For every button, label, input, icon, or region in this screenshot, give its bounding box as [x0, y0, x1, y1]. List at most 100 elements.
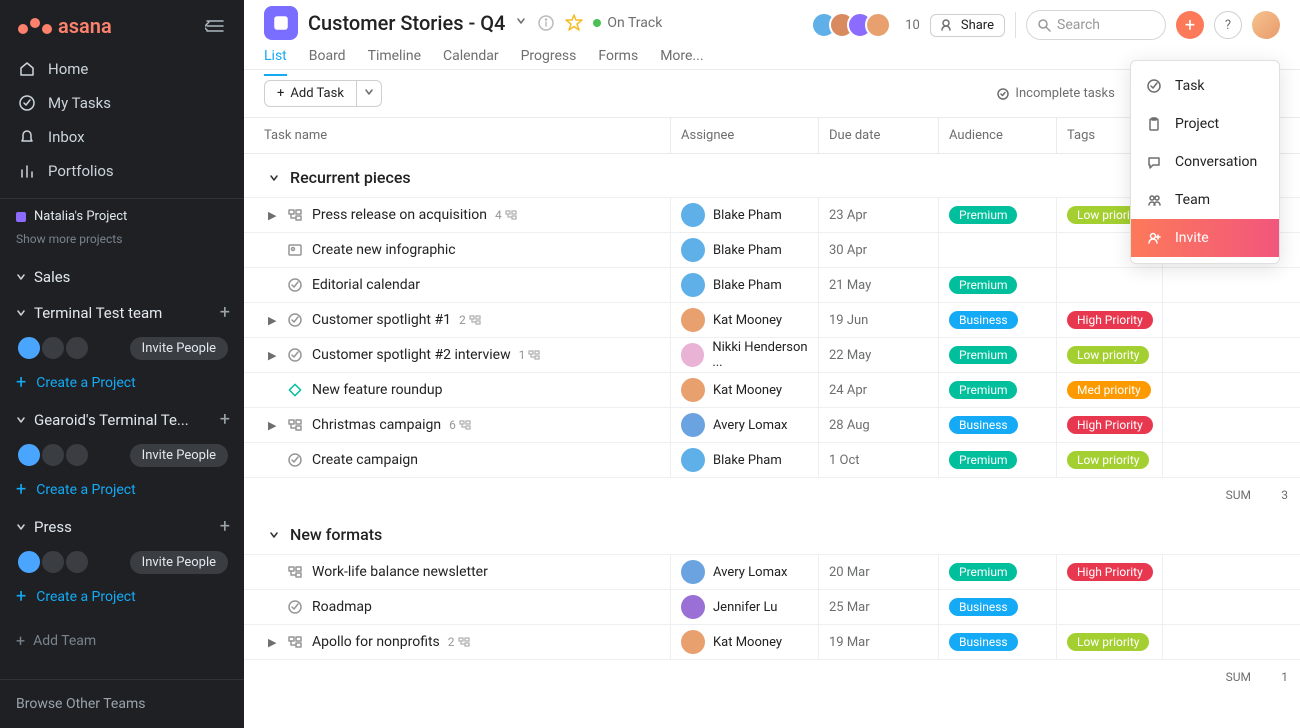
global-add-menu: Task Project Conversation Team Invite: [1130, 60, 1280, 264]
audience-pill: Premium: [949, 381, 1017, 399]
assignee-name: Blake Pham: [713, 278, 782, 293]
tab-progress[interactable]: Progress: [521, 42, 577, 76]
team-header[interactable]: Press+: [0, 506, 244, 543]
create-project[interactable]: +Create a Project: [0, 581, 244, 613]
assignee-avatar: [681, 560, 705, 584]
task-name: Press release on acquisition: [312, 207, 487, 223]
task-row[interactable]: ▶Customer spotlight #2 interview1 Nikki …: [244, 337, 1300, 372]
search-icon: [1037, 18, 1051, 32]
priority-pill: Low priority: [1067, 346, 1149, 364]
add-task-dropdown[interactable]: [357, 80, 382, 107]
task-name: New feature roundup: [312, 382, 442, 398]
bar-chart-icon: [18, 162, 36, 180]
help-button[interactable]: ?: [1214, 11, 1242, 39]
project-item[interactable]: Natalia's Project: [0, 205, 244, 228]
info-icon[interactable]: [537, 14, 555, 32]
audience-pill: Business: [949, 416, 1018, 434]
section-sum: SUM1: [244, 659, 1300, 693]
col-due-date: Due date: [818, 118, 938, 154]
task-row[interactable]: Work-life balance newsletterAvery Lomax2…: [244, 554, 1300, 589]
invite-people-button[interactable]: Invite People: [130, 444, 228, 467]
tab-more[interactable]: More...: [660, 42, 703, 76]
task-name: Customer spotlight #2 interview: [312, 347, 511, 363]
task-row[interactable]: ▶Christmas campaign6 Avery Lomax28 AugBu…: [244, 407, 1300, 442]
add-menu-conversation[interactable]: Conversation: [1131, 143, 1279, 181]
assignee-avatar: [681, 308, 705, 332]
assignee-name: Kat Mooney: [713, 635, 782, 650]
collapse-sidebar-icon[interactable]: [202, 16, 228, 36]
logo[interactable]: asana: [18, 14, 112, 38]
task-row[interactable]: RoadmapJennifer Lu25 MarBusiness: [244, 589, 1300, 624]
add-menu-team[interactable]: Team: [1131, 181, 1279, 219]
create-project[interactable]: +Create a Project: [0, 474, 244, 506]
team-members: Invite People: [0, 436, 244, 474]
add-task-button[interactable]: +Add Task: [264, 80, 357, 107]
task-row[interactable]: ▶Customer spotlight #12 Kat Mooney19 Jun…: [244, 302, 1300, 337]
create-project[interactable]: +Create a Project: [0, 367, 244, 399]
team-sales[interactable]: Sales: [0, 258, 244, 292]
task-row[interactable]: Editorial calendarBlake Pham21 MayPremiu…: [244, 267, 1300, 302]
invite-people-button[interactable]: Invite People: [130, 337, 228, 360]
assignee-name: Blake Pham: [713, 453, 782, 468]
assignee-avatar: [681, 448, 705, 472]
member-avatars[interactable]: [811, 12, 891, 38]
invite-people-button[interactable]: Invite People: [130, 551, 228, 574]
tab-list[interactable]: List: [264, 42, 287, 76]
project-menu-chevron-icon[interactable]: [515, 15, 527, 31]
project-status[interactable]: On Track: [593, 15, 662, 31]
nav-my-tasks[interactable]: My Tasks: [0, 86, 244, 120]
nav-portfolios[interactable]: Portfolios: [0, 154, 244, 188]
col-audience: Audience: [938, 118, 1056, 154]
task-row[interactable]: New feature roundupKat Mooney24 AprPremi…: [244, 372, 1300, 407]
subtask-count: 6: [449, 418, 471, 432]
due-date: 21 May: [818, 268, 938, 303]
priority-pill: High Priority: [1067, 311, 1153, 329]
nav-home[interactable]: Home: [0, 52, 244, 86]
section-header[interactable]: New formats: [244, 511, 1300, 554]
nav-inbox[interactable]: Inbox: [0, 120, 244, 154]
audience-pill: Premium: [949, 276, 1017, 294]
team-add-icon[interactable]: +: [220, 516, 230, 537]
share-button[interactable]: Share: [930, 14, 1005, 37]
audience-pill: Premium: [949, 563, 1017, 581]
add-team[interactable]: +Add Team: [0, 613, 244, 668]
assignee-avatar: [681, 378, 705, 402]
tab-board[interactable]: Board: [309, 42, 346, 76]
assignee-avatar: [681, 630, 705, 654]
project-icon: [264, 6, 298, 40]
due-date: 1 Oct: [818, 443, 938, 478]
task-row[interactable]: ▶Apollo for nonprofits2 Kat Mooney19 Mar…: [244, 624, 1300, 659]
subtask-count: 4: [495, 208, 517, 222]
chat-icon: [1145, 153, 1163, 171]
project-tabs: List Board Timeline Calendar Progress Fo…: [264, 42, 1280, 76]
incomplete-filter[interactable]: Incomplete tasks: [996, 86, 1114, 101]
team-members: Invite People: [0, 543, 244, 581]
add-menu-task[interactable]: Task: [1131, 67, 1279, 105]
user-avatar[interactable]: [1252, 11, 1280, 39]
task-type-icon: [286, 381, 304, 399]
tab-forms[interactable]: Forms: [598, 42, 638, 76]
team-add-icon[interactable]: +: [220, 409, 230, 430]
add-menu-invite[interactable]: Invite: [1131, 219, 1279, 257]
team-header[interactable]: Gearoid's Terminal Te...+: [0, 399, 244, 436]
add-menu-project[interactable]: Project: [1131, 105, 1279, 143]
tab-timeline[interactable]: Timeline: [368, 42, 421, 76]
subtask-count: 1: [519, 348, 541, 362]
show-more-projects[interactable]: Show more projects: [0, 228, 244, 258]
assignee-name: Nikki Henderson ...: [712, 340, 818, 370]
priority-pill: Med priority: [1067, 381, 1151, 399]
search-input[interactable]: Search: [1026, 10, 1166, 40]
global-add-button[interactable]: +: [1176, 11, 1204, 39]
check-circle-icon: [1145, 77, 1163, 95]
task-row[interactable]: Create campaignBlake Pham1 OctPremiumLow…: [244, 442, 1300, 477]
assignee-name: Kat Mooney: [713, 313, 782, 328]
audience-pill: Business: [949, 598, 1018, 616]
tab-calendar[interactable]: Calendar: [443, 42, 499, 76]
team-add-icon[interactable]: +: [220, 302, 230, 323]
audience-pill: Premium: [949, 206, 1017, 224]
browse-other-teams[interactable]: Browse Other Teams: [0, 679, 244, 728]
star-icon[interactable]: [565, 14, 583, 32]
assignee-name: Avery Lomax: [713, 418, 788, 433]
team-header[interactable]: Terminal Test team+: [0, 292, 244, 329]
priority-pill: Low priority: [1067, 451, 1149, 469]
